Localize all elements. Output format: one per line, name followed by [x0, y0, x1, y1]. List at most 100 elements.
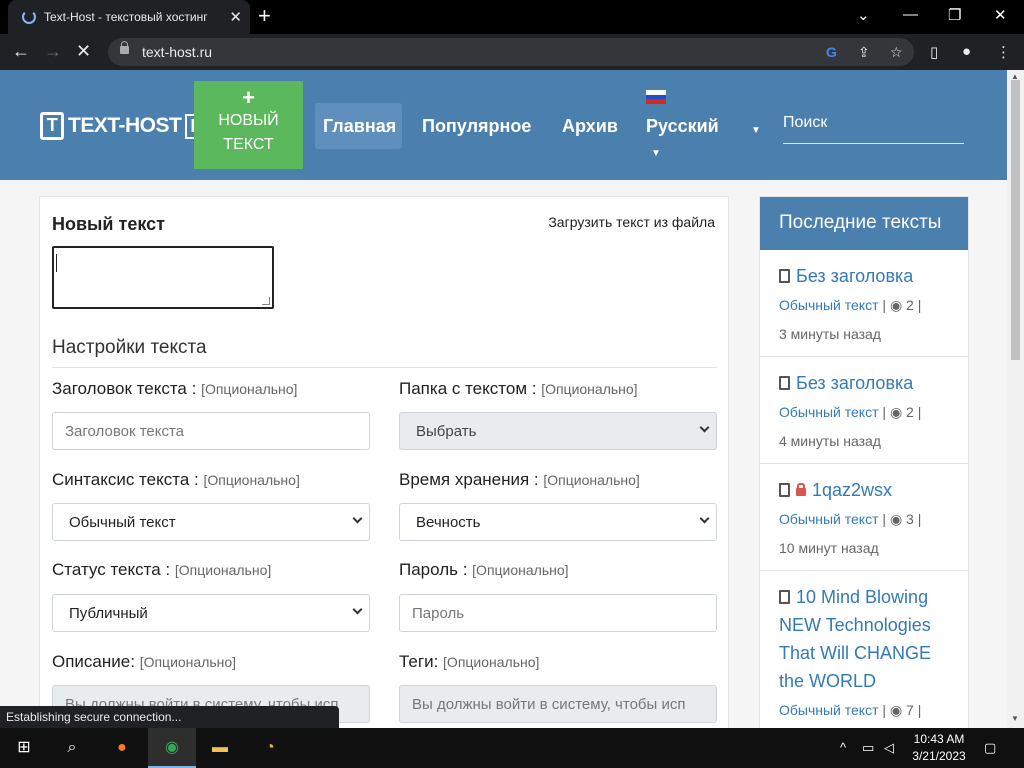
list-item: Без заголовка Обычный текст | ◉ 2 | 3 ми…: [760, 250, 968, 357]
recent-meta: Обычный текст | ◉ 3 |: [779, 511, 922, 527]
text-cursor: [56, 254, 57, 272]
document-icon: [779, 269, 790, 283]
new-tab-button[interactable]: +: [258, 4, 271, 28]
upload-file-link[interactable]: Загрузить текст из файла: [548, 214, 715, 230]
syntax-link[interactable]: Обычный текст: [779, 511, 879, 527]
chevron-down-icon: [699, 422, 710, 433]
network-icon[interactable]: ▭: [862, 740, 874, 756]
page-scrollbar[interactable]: ▲ ▼: [1007, 70, 1024, 728]
firefox-icon[interactable]: ●: [98, 728, 146, 768]
russian-flag-icon: [646, 90, 666, 104]
back-arrow-icon[interactable]: ←: [12, 41, 30, 62]
system-clock[interactable]: 10:43 AM 3/21/2023: [904, 731, 974, 765]
syntax-link[interactable]: Обычный текст: [779, 702, 879, 718]
view-count: 2: [906, 404, 914, 420]
search-input[interactable]: Поиск: [783, 112, 964, 144]
scroll-down-icon[interactable]: ▼: [1011, 714, 1019, 723]
menu-kebab-icon[interactable]: ⋮: [996, 43, 1011, 61]
password-label: Пароль : [Опционально]: [399, 560, 569, 579]
recent-title[interactable]: 1qaz2wsx: [779, 476, 949, 504]
minimize-icon[interactable]: —: [903, 6, 918, 23]
volume-muted-icon[interactable]: ◁: [884, 740, 894, 756]
eye-icon: ◉: [889, 297, 903, 313]
chevron-down-icon: [352, 513, 363, 524]
tags-input[interactable]: Вы должны войти в систему, чтобы исп: [399, 685, 717, 723]
form-title: Новый текст: [52, 214, 165, 234]
side-panel-icon[interactable]: ▯: [930, 43, 938, 61]
expiry-select[interactable]: Вечность: [399, 503, 717, 541]
recent-title[interactable]: Без заголовка: [779, 262, 949, 290]
vpn-app-icon[interactable]: ◔: [246, 728, 294, 768]
resize-grip-icon[interactable]: [262, 297, 270, 305]
recent-title[interactable]: Без заголовка: [779, 369, 949, 397]
browser-toolbar: ← → ✕ text-host.ru G ⇪ ☆ ▯ ● ⋮: [0, 34, 1024, 70]
scrollbar-thumb[interactable]: [1011, 80, 1020, 360]
dropdown-caret-icon[interactable]: ▼: [751, 125, 761, 136]
notifications-icon[interactable]: ▢: [984, 740, 996, 756]
clock-date: 3/21/2023: [912, 749, 966, 763]
syntax-link[interactable]: Обычный текст: [779, 404, 879, 420]
plus-icon: +: [242, 85, 255, 110]
forward-arrow-icon[interactable]: →: [44, 41, 62, 62]
recent-title[interactable]: 10 Mind Blowing NEW Technologies That Wi…: [779, 583, 949, 695]
eye-icon: ◉: [889, 404, 903, 420]
recent-meta: Обычный текст | ◉ 2 |: [779, 297, 922, 313]
password-input[interactable]: Пароль: [399, 594, 717, 632]
view-count: 7: [906, 702, 914, 718]
document-icon: [779, 483, 790, 497]
chevron-down-icon: [699, 513, 710, 524]
chrome-icon[interactable]: ◉: [148, 728, 196, 768]
status-select[interactable]: Публичный: [52, 594, 370, 632]
tab-title: Text-Host - текстовый хостинг: [44, 10, 208, 24]
lock-icon: [120, 41, 129, 54]
file-explorer-icon[interactable]: ▬: [196, 728, 244, 768]
recent-texts-sidebar: Последние тексты Без заголовка Обычный т…: [759, 196, 969, 728]
nav-language[interactable]: Русский: [646, 116, 719, 137]
tab-close-icon[interactable]: ✕: [229, 8, 242, 26]
view-count: 2: [906, 297, 914, 313]
logo-mark-icon: T: [40, 112, 64, 140]
search-icon[interactable]: ⌕: [48, 728, 96, 768]
nav-popular[interactable]: Популярное: [422, 116, 531, 137]
list-item: 1qaz2wsx Обычный текст | ◉ 3 | 10 минут …: [760, 464, 968, 571]
browser-tab[interactable]: Text-Host - текстовый хостинг ✕: [8, 0, 250, 34]
description-label: Описание: [Опционально]: [52, 652, 237, 671]
settings-title: Настройки текста: [52, 337, 207, 358]
bookmark-star-icon[interactable]: ☆: [890, 44, 903, 61]
section-divider: [52, 367, 717, 368]
expiry-label: Время хранения : [Опционально]: [399, 470, 640, 489]
windows-start-icon[interactable]: ⊞: [0, 728, 48, 768]
document-icon: [779, 376, 790, 390]
google-translate-icon[interactable]: G: [826, 44, 837, 60]
close-window-icon[interactable]: ✕: [994, 6, 1007, 24]
tab-search-chevron-icon[interactable]: ⌄: [857, 6, 870, 24]
new-button-line2: ТЕКСТ: [223, 136, 274, 153]
title-input[interactable]: Заголовок текста: [52, 412, 370, 450]
nav-home[interactable]: Главная: [323, 116, 396, 137]
folder-label: Папка с текстом : [Опционально]: [399, 379, 638, 398]
stop-loading-icon[interactable]: ✕: [76, 41, 91, 62]
list-item: 10 Mind Blowing NEW Technologies That Wi…: [760, 571, 968, 728]
folder-select[interactable]: Выбрать: [399, 412, 717, 450]
nav-archive[interactable]: Архив: [562, 116, 618, 137]
restore-icon[interactable]: ❐: [948, 6, 961, 24]
recent-meta: Обычный текст | ◉ 2 |: [779, 404, 922, 420]
syntax-select[interactable]: Обычный текст: [52, 503, 370, 541]
text-content-textarea[interactable]: [52, 246, 274, 309]
new-text-button[interactable]: + НОВЫЙ ТЕКСТ: [194, 81, 303, 169]
tray-chevron-icon[interactable]: ^: [840, 740, 846, 755]
eye-icon: ◉: [889, 511, 903, 527]
lock-icon: [796, 483, 806, 496]
address-bar[interactable]: text-host.ru G ⇪ ☆: [108, 38, 914, 66]
recent-time: 10 минут назад: [779, 540, 879, 556]
url-text[interactable]: text-host.ru: [142, 44, 212, 60]
tags-label: Теги: [Опционально]: [399, 652, 540, 671]
sidebar-title: Последние тексты: [760, 197, 968, 250]
syntax-link[interactable]: Обычный текст: [779, 297, 879, 313]
recent-meta: Обычный текст | ◉ 7 |: [779, 702, 922, 718]
loading-spinner-icon: [22, 10, 36, 24]
share-icon[interactable]: ⇪: [858, 44, 870, 61]
language-caret-icon[interactable]: ▼: [651, 148, 661, 159]
status-label: Статус текста : [Опционально]: [52, 560, 272, 579]
profile-icon[interactable]: ●: [962, 43, 971, 60]
